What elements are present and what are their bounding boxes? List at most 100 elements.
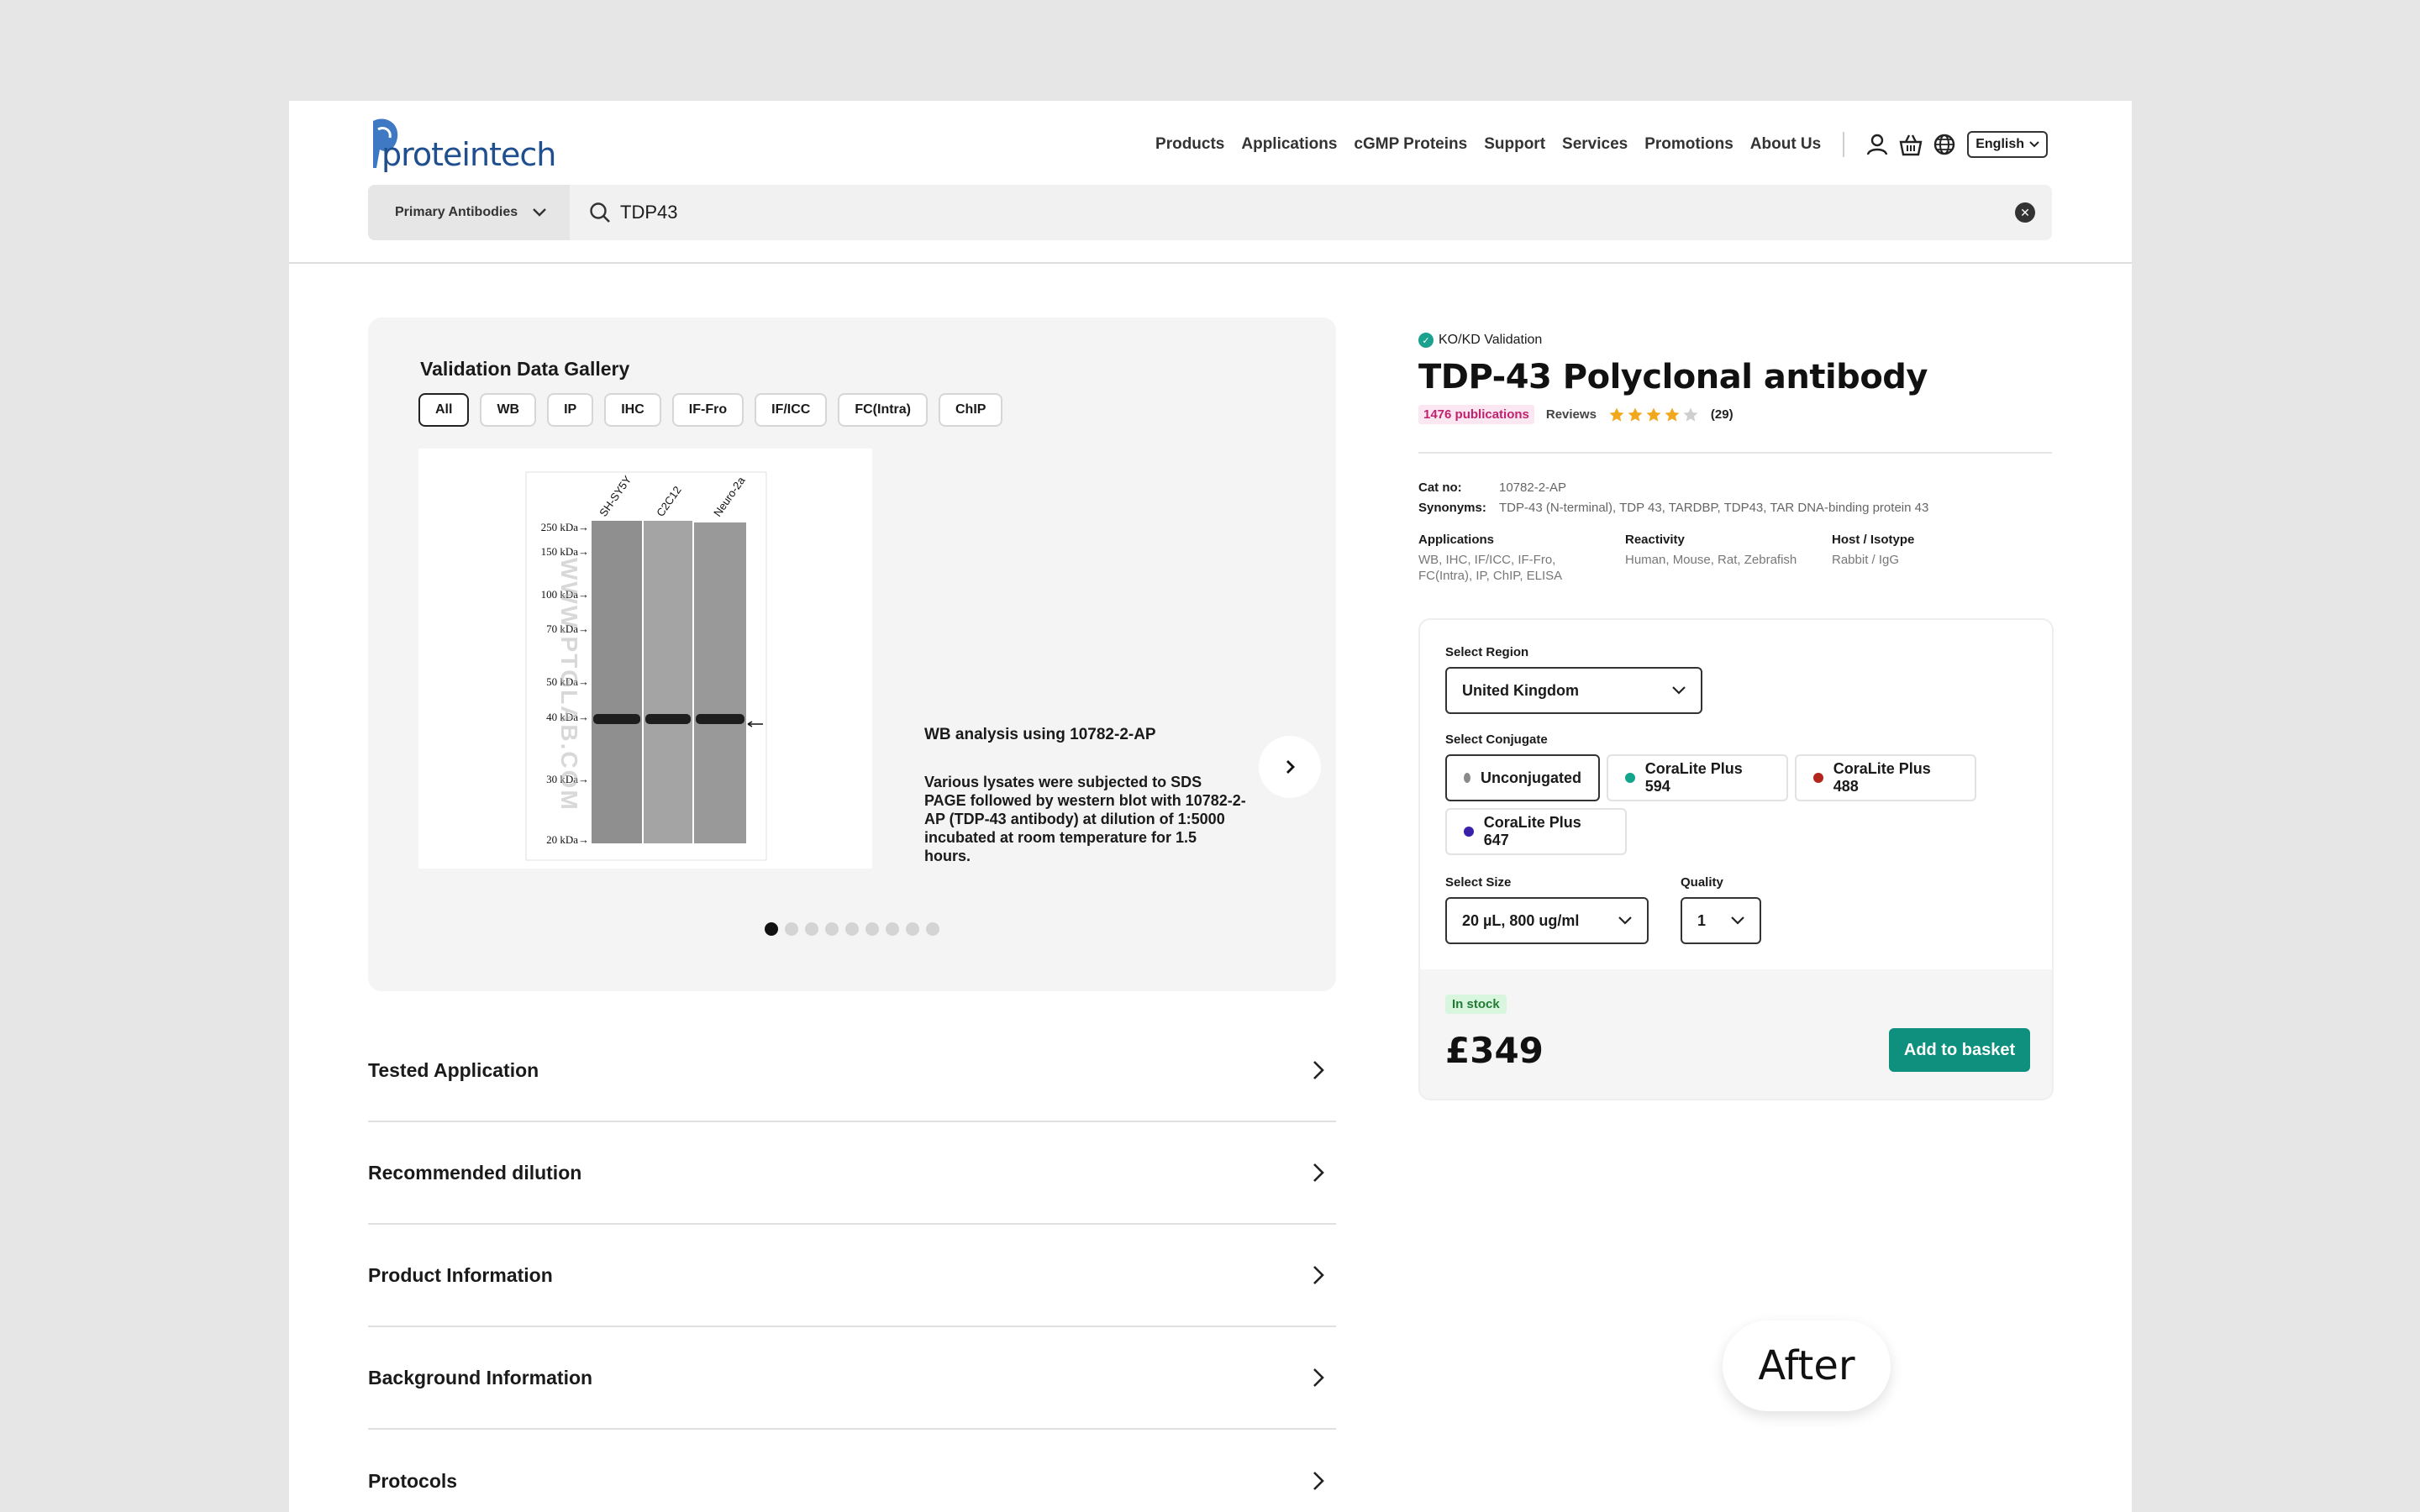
publications-link[interactable]: 1476 publications <box>1418 405 1534 424</box>
gallery-caption-title: WB analysis using 10782-2-AP <box>924 726 1156 743</box>
filter-chip-if-fro[interactable]: IF-Fro <box>671 393 744 427</box>
quantity-select[interactable]: 1 <box>1681 897 1761 944</box>
blot-band-3 <box>696 714 744 724</box>
filter-chip-if-icc[interactable]: IF/ICC <box>755 393 828 427</box>
blot-band-1 <box>593 714 640 724</box>
search-category-select[interactable]: Primary Antibodies <box>368 185 570 240</box>
size-value: 20 µL, 800 ug/ml <box>1462 911 1580 929</box>
synonyms-row: Synonyms: TDP-43 (N-terminal), TDP 43, T… <box>1418 501 1928 515</box>
cat-no-row: Cat no: 10782-2-AP <box>1418 480 1566 495</box>
conjugate-color-dot <box>1464 827 1474 837</box>
gallery-dot-5[interactable] <box>845 922 859 936</box>
nav-applications[interactable]: Applications <box>1241 135 1337 154</box>
nav-cgmp-proteins[interactable]: cGMP Proteins <box>1354 135 1467 154</box>
blot-lane-1 <box>592 521 642 843</box>
quantity-label: Quality <box>1681 875 1723 890</box>
search-input[interactable] <box>620 202 2015 223</box>
blot-lane-2 <box>644 521 692 843</box>
accordion-title: Product Information <box>368 1263 553 1286</box>
reviews-label: Reviews <box>1545 407 1597 422</box>
add-to-basket-button[interactable]: Add to basket <box>1889 1028 2030 1072</box>
blot-watermark: WWW.PTGLAB.COM <box>556 558 582 811</box>
conjugate-label: Select Conjugate <box>1445 732 1548 747</box>
filter-chip-all[interactable]: All <box>418 393 470 427</box>
host-isotype-column: Host / Isotype Rabbit / IgG <box>1832 533 2039 584</box>
gallery-filter-chips: All WB IP IHC IF-Fro IF/ICC FC(Intra) Ch… <box>418 393 1003 427</box>
filter-chip-fc-intra[interactable]: FC(Intra) <box>838 393 928 427</box>
star-filled-icon <box>1665 407 1680 422</box>
nav-products[interactable]: Products <box>1155 135 1224 154</box>
filter-chip-chip[interactable]: ChIP <box>939 393 1003 427</box>
nav-support[interactable]: Support <box>1484 135 1545 154</box>
conjugate-color-dot <box>1813 773 1823 783</box>
star-filled-icon <box>1609 407 1624 422</box>
applications-column: Applications WB, IHC, IF/ICC, IF-Fro, FC… <box>1418 533 1625 584</box>
applications-label: Applications <box>1418 533 1495 547</box>
filter-chip-wb[interactable]: WB <box>480 393 537 427</box>
accordion-background-information[interactable]: Background Information <box>368 1327 1336 1430</box>
gallery-next-button[interactable] <box>1259 736 1321 798</box>
cat-no-label: Cat no: <box>1418 480 1462 495</box>
quantity-value: 1 <box>1697 911 1707 929</box>
language-select[interactable]: English <box>1967 131 2048 158</box>
chevron-down-icon <box>2029 141 2039 148</box>
conjugate-coralite-647[interactable]: CoraLite Plus 647 <box>1445 808 1627 855</box>
nav-promotions[interactable]: Promotions <box>1644 135 1733 154</box>
accordion-product-information[interactable]: Product Information <box>368 1225 1336 1327</box>
chevron-down-icon <box>533 208 546 217</box>
gallery-title: Validation Data Gallery <box>420 358 630 380</box>
conjugate-name: Unconjugated <box>1481 769 1581 786</box>
account-icon[interactable] <box>1863 130 1891 159</box>
blot-band-2 <box>645 714 691 724</box>
cat-no-value: 10782-2-AP <box>1499 480 1567 495</box>
rating-stars[interactable] <box>1608 407 1699 423</box>
search-icon <box>590 202 610 223</box>
size-select[interactable]: 20 µL, 800 ug/ml <box>1445 897 1649 944</box>
region-label: Select Region <box>1445 645 1529 659</box>
conjugate-unconjugated[interactable]: Unconjugated <box>1445 754 1600 801</box>
conjugate-color-dot <box>1625 773 1635 783</box>
gallery-dot-2[interactable] <box>785 922 798 936</box>
gallery-dot-6[interactable] <box>865 922 879 936</box>
gallery-dot-9[interactable] <box>926 922 939 936</box>
accordion-protocols[interactable]: Protocols <box>368 1430 1336 1512</box>
western-blot-image[interactable]: 250 kDa→ 150 kDa→ 100 kDa→ 70 kDa→ 50 kD… <box>418 449 872 869</box>
product-page: proteintech Products Applications cGMP P… <box>289 101 2132 1512</box>
basket-icon[interactable] <box>1897 130 1925 159</box>
ko-kd-validation-badge: ✓ KO/KD Validation <box>1418 333 1542 348</box>
accordion-title: Protocols <box>368 1469 458 1492</box>
gallery-dot-4[interactable] <box>825 922 839 936</box>
accordion-title: Tested Application <box>368 1058 539 1081</box>
accordion-tested-application[interactable]: Tested Application <box>368 1020 1336 1122</box>
clear-search-icon[interactable]: ✕ <box>2015 202 2035 223</box>
conjugate-coralite-488[interactable]: CoraLite Plus 488 <box>1795 754 1976 801</box>
main-nav: Products Applications cGMP Proteins Supp… <box>1139 126 2048 163</box>
stock-badge: In stock <box>1445 995 1507 1014</box>
nav-about-us[interactable]: About Us <box>1750 135 1821 154</box>
reviews-count[interactable]: (29) <box>1711 407 1733 422</box>
gallery-dot-7[interactable] <box>886 922 899 936</box>
accordion-recommended-dilution[interactable]: Recommended dilution <box>368 1122 1336 1225</box>
reactivity-label: Reactivity <box>1625 533 1685 547</box>
region-value: United Kingdom <box>1462 681 1579 699</box>
search-bar: Primary Antibodies ✕ <box>368 185 2052 240</box>
filter-chip-ip[interactable]: IP <box>547 393 594 427</box>
chevron-right-icon <box>1313 1163 1324 1182</box>
filter-chip-ihc[interactable]: IHC <box>604 393 661 427</box>
after-label: After <box>1723 1320 1891 1411</box>
conjugate-coralite-594[interactable]: CoraLite Plus 594 <box>1607 754 1788 801</box>
product-attributes: Applications WB, IHC, IF/ICC, IF-Fro, FC… <box>1418 533 2057 584</box>
gallery-dot-1[interactable] <box>765 922 778 936</box>
host-isotype-value: Rabbit / IgG <box>1832 553 1900 567</box>
gallery-pagination <box>765 922 939 936</box>
conjugate-color-dot <box>1464 773 1470 783</box>
gallery-caption-text: Various lysates were subjected to SDS PA… <box>924 774 1246 864</box>
purchase-card: Select Region United Kingdom Select Conj… <box>1418 618 2054 1100</box>
region-select[interactable]: United Kingdom <box>1445 667 1702 714</box>
gallery-dot-3[interactable] <box>805 922 818 936</box>
blot-lane-3 <box>694 522 746 843</box>
globe-icon[interactable] <box>1930 130 1959 159</box>
nav-services[interactable]: Services <box>1562 135 1628 154</box>
gallery-dot-8[interactable] <box>906 922 919 936</box>
chevron-right-icon <box>1286 760 1295 774</box>
